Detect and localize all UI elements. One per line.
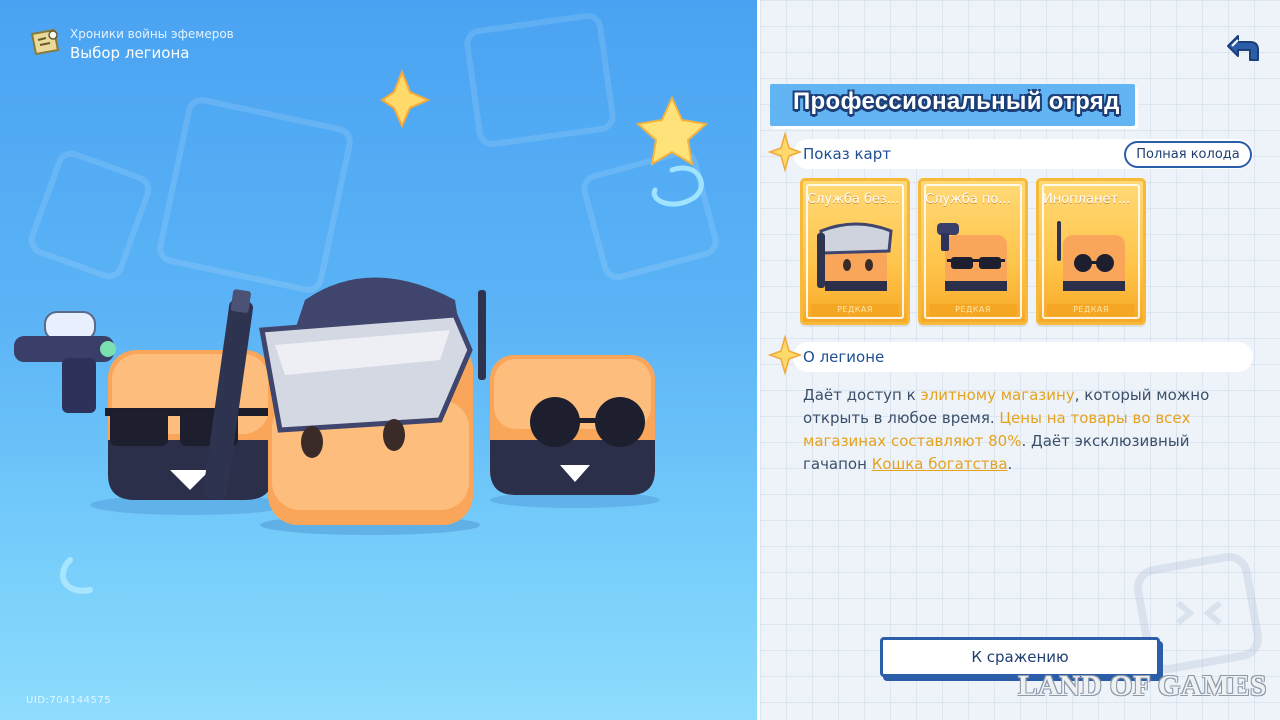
card-title: Служба без... [807, 192, 900, 207]
watermark: LAND OF GAMES [1018, 670, 1267, 702]
card-title: Инопланет... [1043, 192, 1131, 207]
desc-text: Даёт доступ к [803, 386, 921, 404]
legion-title: Профессиональный отряд [793, 88, 1120, 115]
card-item[interactable]: Инопланет... РЕДКАЯ [1036, 178, 1146, 325]
fortune-cat-gacha-link[interactable]: Кошка богатства [872, 455, 1008, 473]
card-item[interactable]: Служба без... РЕДКАЯ [800, 178, 910, 325]
full-deck-button[interactable]: Полная колода [1124, 141, 1252, 168]
breadcrumb: Хроники войны эфемеров Выбор легиона [28, 26, 234, 64]
sparkle-icon [768, 335, 802, 375]
legion-characters-illustration [14, 69, 709, 594]
chronicles-logo-icon [30, 28, 60, 56]
about-section-label: О легионе [803, 348, 885, 366]
cards-section-label: Показ карт [803, 145, 891, 163]
card-title: Служба по... [925, 192, 1011, 207]
card-rank-label: РЕДКАЯ [811, 304, 899, 316]
breadcrumb-parent: Хроники войны эфемеров [70, 27, 234, 41]
star-icon [635, 95, 709, 166]
swirl-doodle [651, 165, 704, 207]
elite-shop-highlight: элитному магазину [920, 386, 1075, 404]
card-rank-label: РЕДКАЯ [929, 304, 1017, 316]
card-sunglasses-gunner-icon [937, 223, 1007, 291]
back-arrow-icon[interactable] [1222, 28, 1262, 64]
card-round-glasses-agent-icon [1057, 221, 1125, 291]
swirl-doodle [59, 557, 93, 594]
legion-description: Даёт доступ к элитному магазину, который… [803, 384, 1253, 476]
sparkle-icon [380, 69, 431, 129]
desc-text: . [1007, 455, 1013, 473]
card-rank-label: РЕДКАЯ [1047, 304, 1135, 316]
card-helmet-guard-icon [817, 222, 893, 291]
page-title: Выбор легиона [70, 44, 190, 62]
sparkle-icon [768, 132, 802, 172]
card-item[interactable]: Служба по... РЕДКАЯ [918, 178, 1028, 325]
legion-preview-scene: Хроники войны эфемеров Выбор легиона UID… [0, 0, 757, 720]
user-id-label: UID:704144575 [26, 695, 112, 706]
